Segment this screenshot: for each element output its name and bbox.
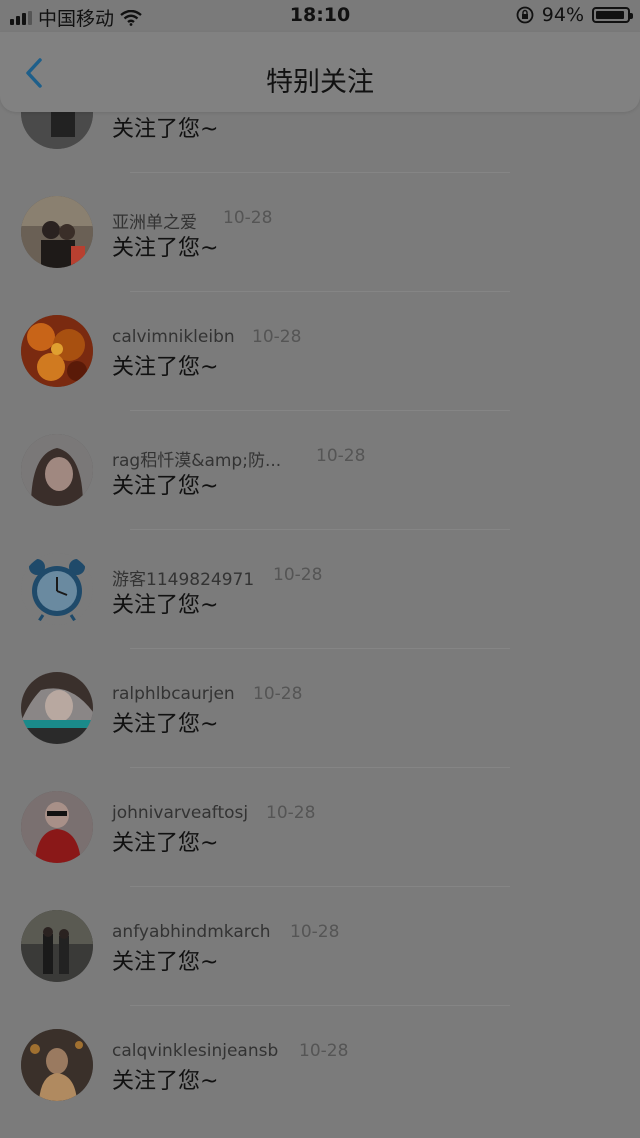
list-item[interactable]: anfyabhindmkarch 10-28 关注了您~: [0, 910, 640, 1030]
item-name: anfyabhindmkarch: [112, 922, 271, 942]
list-item[interactable]: calqvinklesinjeansb 10-28 关注了您~: [0, 1029, 640, 1138]
divider: [130, 410, 510, 411]
avatar[interactable]: [21, 553, 93, 625]
avatar[interactable]: [21, 434, 93, 506]
rotation-lock-icon: [516, 6, 534, 24]
divider: [130, 648, 510, 649]
item-action: 关注了您~: [112, 117, 219, 142]
item-action: 关注了您~: [112, 474, 219, 499]
page-title: 特别关注: [266, 67, 374, 98]
item-date: 10-28: [273, 565, 323, 585]
divider: [130, 291, 510, 292]
item-action: 关注了您~: [112, 712, 219, 737]
item-date: 10-28: [223, 208, 273, 228]
item-action: 关注了您~: [112, 236, 219, 261]
item-date: 10-28: [253, 684, 303, 704]
divider: [130, 529, 510, 530]
item-action: 关注了您~: [112, 831, 219, 856]
item-action: 关注了您~: [112, 355, 219, 380]
item-name: calqvinklesinjeansb: [112, 1041, 279, 1061]
list-item[interactable]: ralphlbcaurjen 10-28 关注了您~: [0, 672, 640, 792]
nav-bar: 特别关注: [0, 32, 640, 112]
battery-fill: [596, 11, 624, 19]
item-action: 关注了您~: [112, 950, 219, 975]
battery-percent: 94%: [541, 4, 584, 26]
divider: [130, 1005, 510, 1006]
divider: [130, 886, 510, 887]
avatar[interactable]: [21, 1029, 93, 1101]
list-item[interactable]: calvimnikleibn 10-28 关注了您~: [0, 315, 640, 435]
battery-icon: [592, 7, 633, 23]
avatar[interactable]: [21, 791, 93, 863]
list-item[interactable]: 亚洲单之爱 10-28 关注了您~: [0, 196, 640, 316]
list-item[interactable]: johnivarveaftosj 10-28 关注了您~: [0, 791, 640, 911]
alarm-clock-icon: [21, 553, 93, 625]
status-right: 94%: [516, 4, 633, 26]
divider: [130, 172, 510, 173]
item-date: 10-28: [316, 446, 366, 466]
list-item[interactable]: 游客1149824971 10-28 关注了您~: [0, 553, 640, 673]
item-name: johnivarveaftosj: [112, 803, 249, 823]
avatar[interactable]: [21, 672, 93, 744]
item-date: 10-28: [252, 327, 302, 347]
item-action: 关注了您~: [112, 593, 219, 618]
item-date: 10-28: [266, 803, 316, 823]
status-bar: 中国移动 18:10 94%: [0, 0, 640, 32]
avatar[interactable]: [21, 910, 93, 982]
screen: 关注了您~ 亚洲单之爱 10-28 关注了您~ calvimnikleibn 1…: [0, 0, 640, 1138]
avatar[interactable]: [21, 315, 93, 387]
avatar[interactable]: [21, 196, 93, 268]
item-date: 10-28: [299, 1041, 349, 1061]
item-name: ralphlbcaurjen: [112, 684, 235, 704]
item-name: calvimnikleibn: [112, 327, 235, 347]
item-date: 10-28: [290, 922, 340, 942]
divider: [130, 767, 510, 768]
item-action: 关注了您~: [112, 1069, 219, 1094]
list-item[interactable]: rag稆忏漠&amp;防... 10-28 关注了您~: [0, 434, 640, 554]
